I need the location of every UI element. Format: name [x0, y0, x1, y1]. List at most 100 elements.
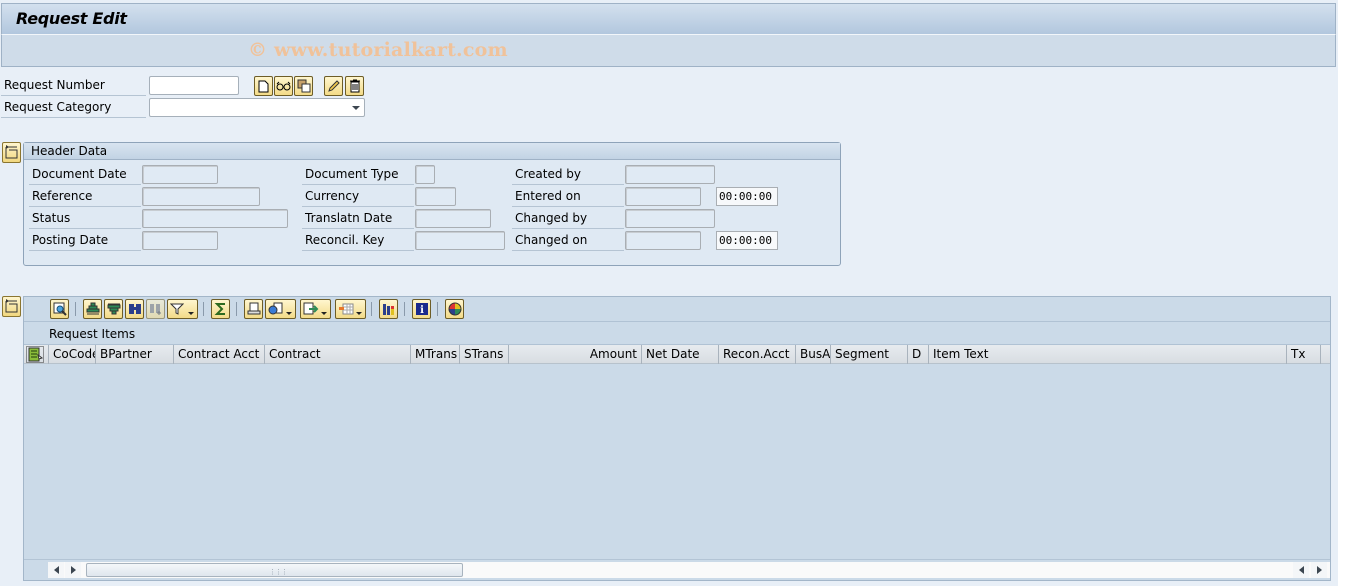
- column-segment[interactable]: Segment: [831, 345, 908, 364]
- grip-icon: ⋮⋮⋮: [269, 568, 288, 576]
- export-button[interactable]: [300, 299, 331, 319]
- chevron-down-icon[interactable]: [352, 106, 360, 110]
- changed-on-time[interactable]: 00:00:00: [716, 231, 778, 250]
- select-all-button[interactable]: [24, 345, 49, 364]
- info-button[interactable]: i: [412, 299, 431, 319]
- views-icon: [268, 302, 283, 315]
- find-next-button[interactable]: [146, 299, 165, 319]
- find-button[interactable]: [125, 299, 144, 319]
- changed-by-field[interactable]: [625, 209, 715, 228]
- toolbar-separator: [371, 302, 372, 316]
- collapse-items-button[interactable]: [2, 296, 21, 317]
- header-data-group: Header Data Document Date Reference Stat…: [23, 142, 841, 266]
- filter-button[interactable]: [167, 299, 198, 319]
- column-contract[interactable]: Contract: [265, 345, 411, 364]
- request-category-label: Request Category: [1, 98, 146, 118]
- request-items-grid: i Request Items CoCode BPartner Contract…: [23, 296, 1331, 581]
- window-edge: [1338, 0, 1351, 586]
- color-legend-icon: [448, 302, 461, 316]
- layout-icon: [339, 303, 354, 315]
- export-icon: [303, 302, 319, 315]
- request-number-input[interactable]: [149, 76, 239, 95]
- graphic-button[interactable]: [379, 299, 398, 319]
- color-legend-button[interactable]: [445, 299, 464, 319]
- arrow-right-icon: [1316, 566, 1322, 574]
- column-header-row: CoCode BPartner Contract Acct Contract M…: [24, 345, 1330, 364]
- create-button[interactable]: [254, 76, 273, 96]
- column-recon-acct[interactable]: Recon.Acct: [719, 345, 796, 364]
- graphic-icon: [382, 304, 394, 315]
- create-icon: [258, 80, 269, 92]
- details-button[interactable]: [50, 299, 69, 319]
- created-by-label: Created by: [512, 165, 624, 185]
- info-icon: i: [415, 303, 428, 316]
- divider: [24, 321, 1330, 322]
- created-by-field[interactable]: [625, 165, 715, 184]
- find-icon: [128, 304, 141, 314]
- svg-text:i: i: [420, 305, 424, 316]
- posting-date-field[interactable]: [142, 231, 218, 250]
- column-d[interactable]: D: [908, 345, 929, 364]
- entered-on-field[interactable]: [625, 187, 701, 206]
- changed-on-label: Changed on: [512, 231, 624, 251]
- copy-button[interactable]: [294, 76, 313, 96]
- collapse-icon: [5, 299, 18, 313]
- toolbar-separator: [75, 302, 76, 316]
- scroll-left-end-button[interactable]: [1293, 562, 1309, 578]
- toolbar-separator: [203, 302, 204, 316]
- sum-button[interactable]: [211, 299, 230, 319]
- toolbar-separator: [404, 302, 405, 316]
- arrow-left-icon: [53, 566, 59, 574]
- change-button[interactable]: [324, 76, 343, 96]
- reconcil-key-field[interactable]: [415, 231, 505, 250]
- entered-on-time[interactable]: 00:00:00: [716, 187, 778, 206]
- currency-field[interactable]: [415, 187, 456, 206]
- currency-label: Currency: [302, 187, 414, 207]
- sum-icon: [214, 303, 225, 315]
- request-number-label: Request Number: [1, 76, 146, 96]
- column-contract-acct[interactable]: Contract Acct: [174, 345, 265, 364]
- posting-date-label: Posting Date: [29, 231, 141, 251]
- grid-body: [24, 365, 1330, 558]
- scrollbar-thumb[interactable]: ⋮⋮⋮: [86, 563, 463, 577]
- changed-on-field[interactable]: [625, 231, 701, 250]
- scroll-left-button[interactable]: [48, 562, 64, 578]
- status-field[interactable]: [142, 209, 288, 228]
- sort-ascending-button[interactable]: [83, 299, 102, 319]
- column-strans[interactable]: STrans: [460, 345, 509, 364]
- layout-button[interactable]: [335, 299, 366, 319]
- translatn-date-label: Translatn Date: [302, 209, 414, 229]
- column-tx[interactable]: Tx: [1287, 345, 1321, 364]
- print-preview-button[interactable]: [244, 299, 263, 319]
- column-bpartner[interactable]: BPartner: [96, 345, 174, 364]
- divider: [24, 559, 1330, 560]
- details-icon: [53, 302, 67, 316]
- document-type-field[interactable]: [415, 165, 435, 184]
- arrow-left-icon: [1298, 566, 1304, 574]
- collapse-header-button[interactable]: [2, 142, 21, 163]
- scroll-right-end-button[interactable]: [1311, 562, 1327, 578]
- translatn-date-field[interactable]: [415, 209, 491, 228]
- column-net-date[interactable]: Net Date: [642, 345, 719, 364]
- views-button[interactable]: [265, 299, 296, 319]
- delete-button[interactable]: [345, 76, 364, 96]
- column-amount[interactable]: Amount: [509, 345, 642, 364]
- scroll-right-button[interactable]: [65, 562, 81, 578]
- reference-label: Reference: [29, 187, 141, 207]
- horizontal-scrollbar[interactable]: ⋮⋮⋮: [48, 562, 1330, 578]
- sort-descending-button[interactable]: [104, 299, 123, 319]
- request-category-select[interactable]: [149, 98, 365, 117]
- toolbar-separator: [236, 302, 237, 316]
- status-label: Status: [29, 209, 141, 229]
- sort-ascending-icon: [86, 302, 99, 315]
- display-button[interactable]: [274, 76, 293, 96]
- reference-field[interactable]: [142, 187, 260, 206]
- column-mtrans[interactable]: MTrans: [411, 345, 460, 364]
- sort-descending-icon: [107, 303, 120, 315]
- grid-title: Request Items: [49, 327, 136, 341]
- column-item-text[interactable]: Item Text: [929, 345, 1287, 364]
- document-date-field[interactable]: [142, 165, 218, 184]
- column-busa[interactable]: BusA: [796, 345, 831, 364]
- column-cocode[interactable]: CoCode: [49, 345, 96, 364]
- select-all-icon: [26, 346, 44, 363]
